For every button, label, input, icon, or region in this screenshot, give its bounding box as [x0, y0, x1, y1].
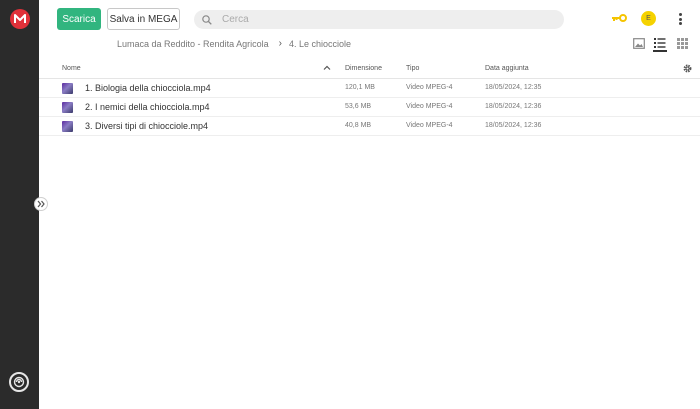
video-file-icon — [62, 83, 73, 94]
video-file-icon — [62, 102, 73, 113]
file-size: 120,1 MB — [345, 84, 375, 91]
table-row[interactable]: 2. I nemici della chiocciola.mp4 53,6 MB… — [39, 98, 700, 117]
avatar[interactable]: E — [641, 11, 656, 26]
download-button[interactable]: Scarica — [57, 8, 101, 30]
mega-logo-icon[interactable] — [10, 9, 30, 29]
kebab-menu-icon[interactable] — [675, 11, 685, 27]
file-type: Video MPEG-4 — [406, 84, 453, 91]
list-view-icon[interactable] — [653, 37, 667, 52]
gear-icon[interactable] — [682, 63, 693, 74]
double-chevron-right-icon — [37, 200, 45, 208]
column-header-date[interactable]: Data aggiunta — [485, 65, 529, 72]
thumbnail-view-icon[interactable] — [633, 38, 645, 49]
table-row[interactable]: 3. Diversi tipi di chiocciole.mp4 40,8 M… — [39, 117, 700, 136]
search-icon — [202, 14, 212, 25]
save-to-mega-button[interactable]: Salva in MEGA — [107, 8, 180, 30]
file-name[interactable]: 1. Biologia della chiocciola.mp4 — [85, 83, 211, 93]
file-table: Nome Dimensione Tipo Data aggiunta 1. Bi… — [39, 60, 700, 136]
column-header-type[interactable]: Tipo — [406, 65, 419, 72]
file-type: Video MPEG-4 — [406, 122, 453, 129]
file-date: 18/05/2024, 12:36 — [485, 122, 542, 129]
table-header: Nome Dimensione Tipo Data aggiunta — [39, 60, 700, 79]
breadcrumb-separator-icon: › — [278, 38, 282, 49]
video-file-icon — [62, 121, 73, 132]
breadcrumb-current: 4. Le chiocciole — [288, 38, 351, 49]
column-header-size[interactable]: Dimensione — [345, 65, 382, 72]
main-area: Scarica Salva in MEGA E Lumaca da Reddit… — [39, 0, 700, 409]
table-row[interactable]: 1. Biologia della chiocciola.mp4 120,1 M… — [39, 79, 700, 98]
transfer-manager-icon[interactable] — [9, 372, 29, 392]
file-name[interactable]: 2. I nemici della chiocciola.mp4 — [85, 102, 210, 112]
expand-sidebar-button[interactable] — [34, 197, 48, 211]
key-icon[interactable] — [611, 12, 627, 24]
file-date: 18/05/2024, 12:35 — [485, 84, 542, 91]
grid-view-icon[interactable] — [677, 38, 688, 49]
breadcrumb-parent[interactable]: Lumaca da Reddito - Rendita Agricola — [117, 39, 269, 49]
file-size: 53,6 MB — [345, 103, 372, 110]
sort-ascending-icon[interactable] — [323, 64, 331, 72]
file-name[interactable]: 3. Diversi tipi di chiocciole.mp4 — [85, 121, 208, 131]
search-input[interactable] — [222, 14, 522, 25]
column-header-name[interactable]: Nome — [62, 65, 81, 72]
breadcrumb: Lumaca da Reddito - Rendita Agricola › 4… — [117, 38, 351, 49]
file-size: 40,8 MB — [345, 122, 372, 129]
search-bar[interactable] — [194, 10, 564, 29]
file-date: 18/05/2024, 12:36 — [485, 103, 542, 110]
file-type: Video MPEG-4 — [406, 103, 453, 110]
